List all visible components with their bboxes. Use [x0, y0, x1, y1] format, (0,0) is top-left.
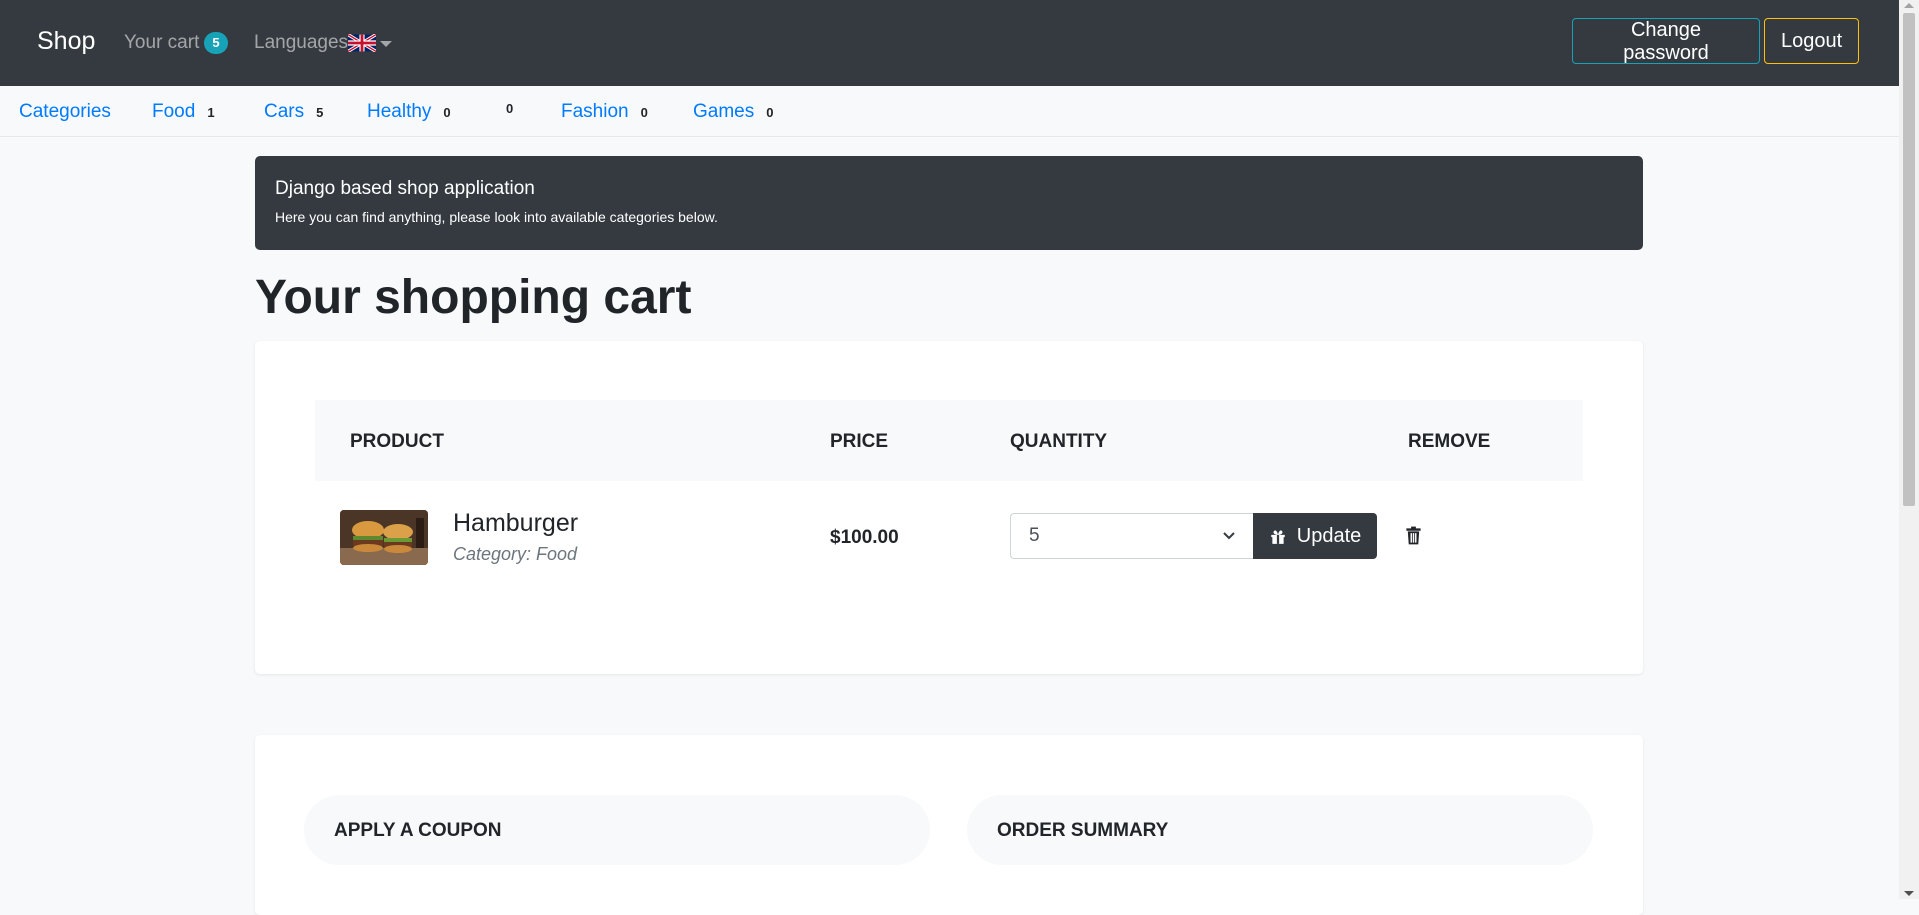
product-name[interactable]: Hamburger: [453, 509, 578, 538]
categories-link[interactable]: Categories: [19, 101, 111, 123]
summary-title: Order summary: [997, 820, 1169, 841]
product-category: Category: Food: [453, 544, 578, 564]
category-cars[interactable]: Cars 5: [264, 101, 323, 123]
category-count: 1: [207, 105, 215, 120]
change-password-button[interactable]: Change password: [1572, 18, 1760, 64]
update-button[interactable]: Update: [1253, 513, 1377, 559]
cart-link-label: Your cart: [124, 32, 200, 53]
coupon-header: Apply a coupon: [304, 795, 930, 865]
category-count: 0: [640, 105, 648, 120]
cart-count-badge: 5: [204, 32, 228, 54]
logout-button[interactable]: Logout: [1764, 18, 1859, 64]
category-label: Cars: [264, 101, 305, 122]
category-label: Food: [152, 101, 196, 122]
header-remove: Remove: [1408, 431, 1491, 452]
category-games[interactable]: Games 0: [693, 101, 773, 123]
checkout-card: Apply a coupon Order summary: [255, 735, 1643, 915]
product-image[interactable]: [340, 510, 428, 565]
quantity-select[interactable]: 5: [1010, 513, 1254, 559]
summary-header: Order summary: [967, 795, 1593, 865]
quantity-value: 5: [1029, 525, 1040, 546]
scroll-down-icon[interactable]: [1904, 891, 1914, 896]
category-fashion[interactable]: Fashion 0: [561, 101, 648, 123]
coupon-title: Apply a coupon: [334, 820, 502, 841]
category-count: 5: [316, 105, 324, 120]
gift-icon: [1271, 530, 1285, 544]
intro-banner: Django based shop application Here you c…: [255, 156, 1643, 250]
cart-table-header: Product Price Quantity Remove: [315, 400, 1583, 481]
chevron-down-icon: [1223, 532, 1235, 540]
languages-dropdown[interactable]: Languages: [254, 32, 393, 54]
category-count: 0: [766, 105, 774, 120]
cart-card: Product Price Quantity Remove Hamburger …: [255, 341, 1643, 674]
uk-flag-icon: [348, 34, 377, 52]
category-bar: Categories Food 1 Cars 5 Healthy 0 0 Fas…: [0, 86, 1899, 137]
cart-link[interactable]: Your cart 5: [124, 32, 228, 54]
banner-subtitle: Here you can find anything, please look …: [275, 209, 718, 225]
category-count: 0: [443, 105, 451, 120]
languages-label: Languages: [254, 32, 349, 53]
trash-icon[interactable]: [1405, 526, 1422, 545]
page-scrollbar[interactable]: [1899, 0, 1919, 899]
header-price: Price: [830, 431, 889, 452]
category-label: Games: [693, 101, 755, 122]
category-food[interactable]: Food 1: [152, 101, 215, 123]
brand-link[interactable]: Shop: [37, 27, 95, 56]
scroll-up-icon[interactable]: [1904, 3, 1914, 8]
top-navbar: Shop Your cart 5 Languages Change passwo…: [0, 0, 1899, 86]
update-label: Update: [1296, 524, 1362, 547]
category-count: 0: [506, 101, 514, 116]
category-label: Fashion: [561, 101, 629, 122]
page-title: Your shopping cart: [255, 271, 692, 324]
category-label: Healthy: [367, 101, 432, 122]
category-healthy[interactable]: Healthy 0: [367, 101, 451, 123]
chevron-down-icon: [380, 41, 393, 47]
category-unnamed[interactable]: 0: [494, 101, 513, 116]
categories-label: Categories: [19, 101, 111, 122]
banner-title: Django based shop application: [275, 178, 535, 199]
header-quantity: Quantity: [1010, 431, 1108, 452]
header-product: Product: [350, 431, 444, 452]
scrollbar-thumb[interactable]: [1903, 13, 1915, 506]
product-price: $100.00: [830, 527, 899, 548]
hamburger-image-icon: [340, 510, 428, 565]
